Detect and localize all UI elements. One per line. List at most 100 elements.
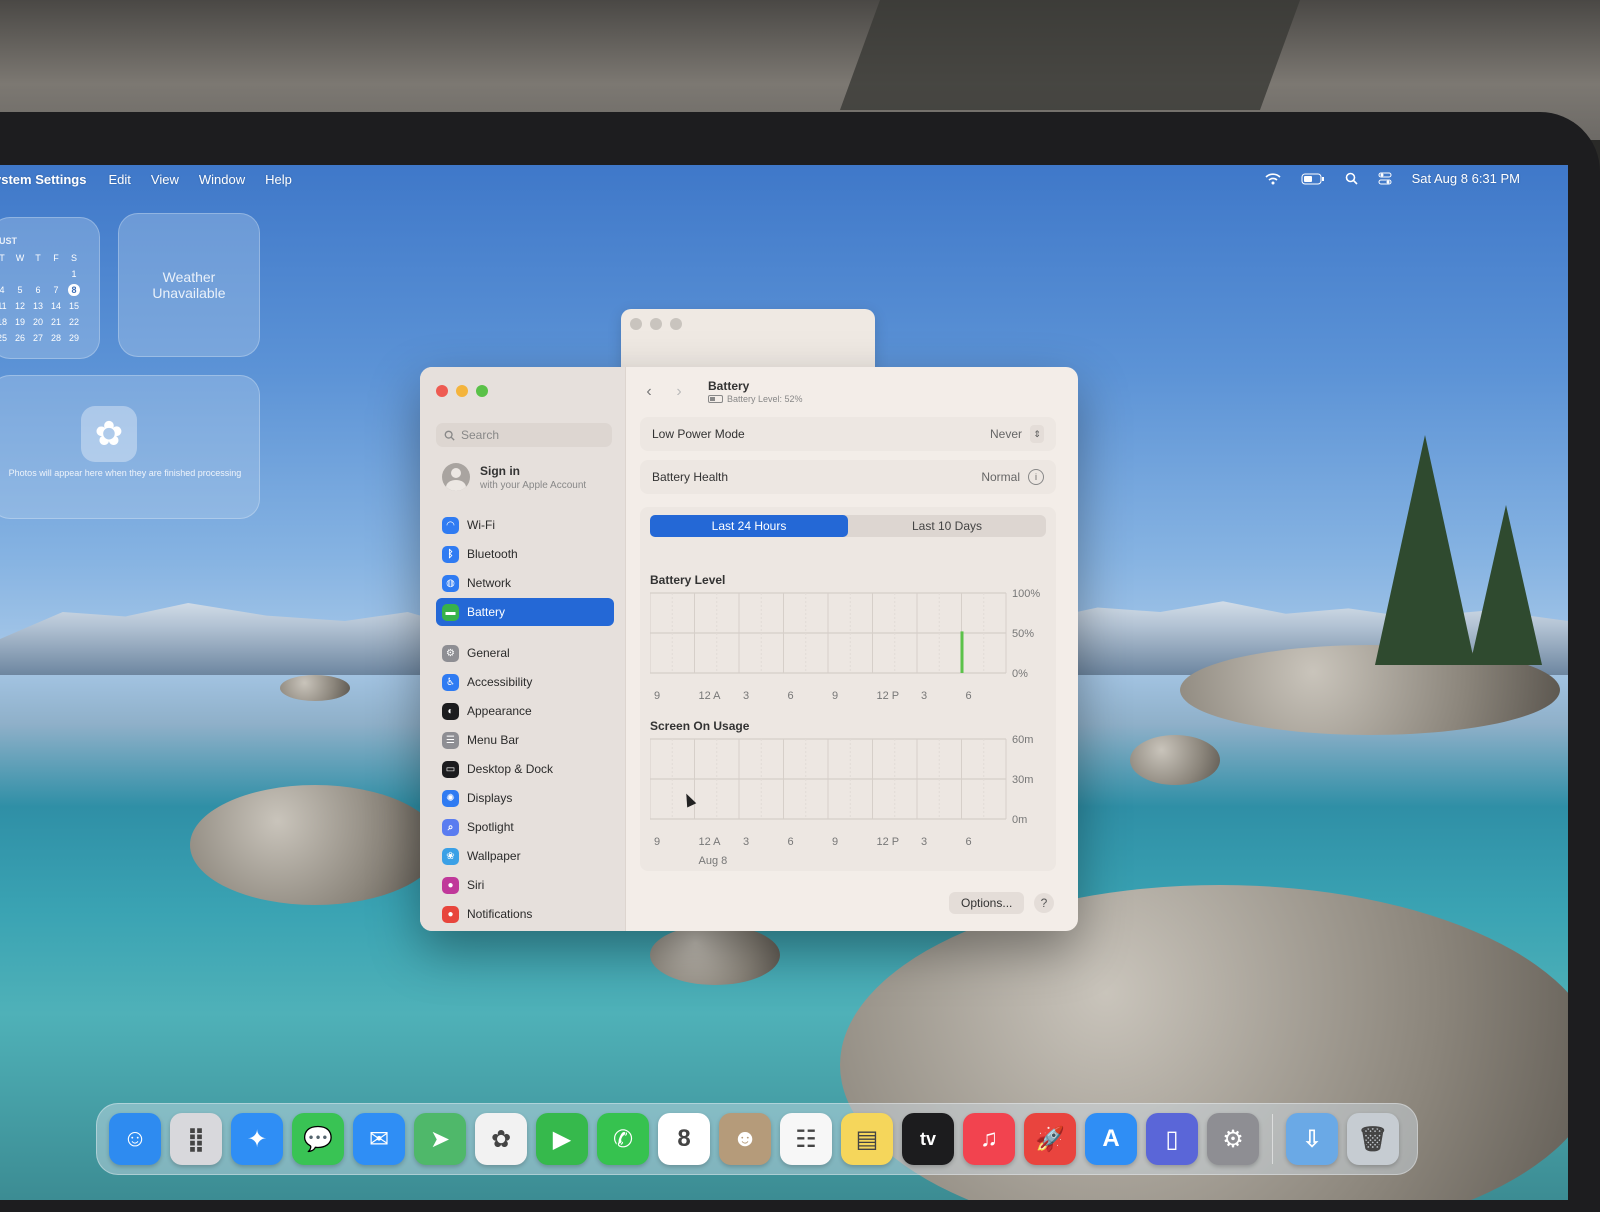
sidebar-item-notifications[interactable]: ● Notifications xyxy=(436,900,614,928)
calendar-weekday: F xyxy=(53,253,59,263)
x-tick-label: 6 xyxy=(788,690,794,702)
photos-widget[interactable]: ✿ Photos will appear here when they are … xyxy=(0,375,260,519)
calendar-day: 6 xyxy=(35,285,41,295)
x-tick-label: 6 xyxy=(966,690,972,702)
apple-account-signin[interactable]: Sign in with your Apple Account xyxy=(442,463,586,491)
close-dot-inactive[interactable] xyxy=(630,318,642,330)
contacts-icon[interactable]: ☻ xyxy=(719,1113,771,1165)
calendar-weekday: W xyxy=(15,253,25,263)
battery-small-icon xyxy=(708,395,723,403)
minimize-button[interactable] xyxy=(456,385,468,397)
calendar-icon[interactable]: 8 xyxy=(658,1113,710,1165)
sidebar-item-label: Bluetooth xyxy=(467,547,518,561)
help-button[interactable]: ? xyxy=(1034,893,1054,913)
downloads-icon[interactable]: ⇩ xyxy=(1286,1113,1338,1165)
facetime-icon[interactable]: ▶ xyxy=(536,1113,588,1165)
menu-window[interactable]: Window xyxy=(199,172,245,187)
calendar-weekday: T xyxy=(0,253,5,263)
menu-clock[interactable]: Sat Aug 8 6:31 PM xyxy=(1412,171,1520,186)
finder-icon[interactable]: ☺ xyxy=(109,1113,161,1165)
menu-bar-icon: ☰ xyxy=(442,731,459,749)
x-tick-label: 3 xyxy=(921,836,927,848)
sidebar-nav: ◠ Wi-Fi ᛒ Bluetooth ◍ Network ▬ Battery ⚙ General… xyxy=(436,511,614,929)
sidebar-item-bluetooth[interactable]: ᛒ Bluetooth xyxy=(436,540,614,568)
low-power-mode-row: Low Power Mode Never ⇕ xyxy=(640,417,1056,451)
sidebar-item-label: Wi-Fi xyxy=(467,518,495,532)
x-tick-label: 9 xyxy=(654,690,660,702)
sidebar-item-wi-fi[interactable]: ◠ Wi-Fi xyxy=(436,511,614,539)
sidebar-item-desktop-dock[interactable]: ▭ Desktop & Dock xyxy=(436,755,614,783)
menu-view[interactable]: View xyxy=(151,172,179,187)
accessibility-icon: ♿ xyxy=(442,673,459,691)
menu-edit[interactable]: Edit xyxy=(108,172,130,187)
battery-health-status: Normal i xyxy=(981,469,1044,485)
info-icon[interactable]: i xyxy=(1028,469,1044,485)
sidebar-item-wallpaper[interactable]: ❀ Wallpaper xyxy=(436,842,614,870)
trash-icon[interactable]: 🗑 xyxy=(1347,1113,1399,1165)
wallpaper-tree xyxy=(1375,435,1475,665)
x-tick-label: 3 xyxy=(921,690,927,702)
notes-icon[interactable]: ▤ xyxy=(841,1113,893,1165)
sidebar-item-appearance[interactable]: ◐ Appearance xyxy=(436,697,614,725)
messages-icon[interactable]: 💬 xyxy=(292,1113,344,1165)
sidebar-item-network[interactable]: ◍ Network xyxy=(436,569,614,597)
close-button[interactable] xyxy=(436,385,448,397)
low-power-mode-select[interactable]: Never ⇕ xyxy=(990,425,1044,443)
segment-last-24-hours[interactable]: Last 24 Hours xyxy=(650,515,848,537)
rocket-icon[interactable]: 🚀 xyxy=(1024,1113,1076,1165)
menu-help[interactable]: Help xyxy=(265,172,292,187)
calendar-day xyxy=(47,266,65,282)
reminders-icon[interactable]: ☷ xyxy=(780,1113,832,1165)
options-button[interactable]: Options... xyxy=(949,892,1025,914)
launchpad-icon[interactable]: ⣿ xyxy=(170,1113,222,1165)
zoom-dot-inactive[interactable] xyxy=(670,318,682,330)
mail-icon[interactable]: ✉ xyxy=(353,1113,405,1165)
wi-fi-icon: ◠ xyxy=(442,516,459,534)
background-window[interactable] xyxy=(621,309,875,371)
calendar-day: 28 xyxy=(50,333,61,343)
dock-separator xyxy=(1272,1114,1273,1164)
back-button[interactable]: ‹ xyxy=(640,383,658,401)
calendar-widget[interactable]: UST T W T F S 1 4 5 6 7 8 1 12 13 14 15 … xyxy=(0,217,100,359)
x-tick-label: 12 P xyxy=(877,690,900,702)
music-icon[interactable]: ♫ xyxy=(963,1113,1015,1165)
page-subtitle: Battery Level: 52% xyxy=(708,394,803,404)
time-range-segmented-control: Last 24 Hours Last 10 Days xyxy=(650,515,1046,537)
segment-last-10-days[interactable]: Last 10 Days xyxy=(848,515,1046,537)
control-center-icon[interactable] xyxy=(1378,172,1392,185)
system-settings-icon[interactable]: ⚙ xyxy=(1207,1113,1259,1165)
sidebar-item-label: Spotlight xyxy=(467,820,514,834)
maps-icon[interactable]: ➤ xyxy=(414,1113,466,1165)
minimize-dot-inactive[interactable] xyxy=(650,318,662,330)
sidebar-item-label: Desktop & Dock xyxy=(467,762,554,776)
photos-icon[interactable]: ✿ xyxy=(475,1113,527,1165)
safari-icon[interactable]: ✦ xyxy=(231,1113,283,1165)
search-field[interactable]: Search xyxy=(436,423,612,447)
battery-level-chart: 100% 50% 0% 9 12 A 3 6 9 12 P 3 6 xyxy=(650,588,1040,702)
sidebar-item-siri[interactable]: ● Siri xyxy=(436,871,614,899)
sidebar-item-spotlight[interactable]: ⌕ Spotlight xyxy=(436,813,614,841)
tv-icon[interactable]: tv xyxy=(902,1113,954,1165)
sidebar-divider xyxy=(436,627,614,639)
search-icon xyxy=(444,430,455,441)
calendar-day: 27 xyxy=(32,333,43,343)
phone-icon[interactable]: ✆ xyxy=(597,1113,649,1165)
app-store-icon[interactable]: A xyxy=(1085,1113,1137,1165)
sidebar-item-accessibility[interactable]: ♿ Accessibility xyxy=(436,668,614,696)
sidebar-item-displays[interactable]: ✺ Displays xyxy=(436,784,614,812)
menu-app-name[interactable]: ystem Settings xyxy=(0,172,86,187)
zoom-button[interactable] xyxy=(476,385,488,397)
wifi-icon[interactable] xyxy=(1265,172,1281,185)
search-placeholder: Search xyxy=(461,428,500,442)
sidebar-item-menu-bar[interactable]: ☰ Menu Bar xyxy=(436,726,614,754)
battery-icon[interactable] xyxy=(1301,173,1325,185)
y-tick-label: 60m xyxy=(1012,734,1033,746)
weather-widget[interactable]: Weather Unavailable xyxy=(118,213,260,357)
iphone-mirroring-icon[interactable]: ▯ xyxy=(1146,1113,1198,1165)
sidebar-item-general[interactable]: ⚙ General xyxy=(436,639,614,667)
forward-button[interactable]: › xyxy=(670,383,688,401)
search-icon[interactable] xyxy=(1345,172,1358,185)
calendar-day: 19 xyxy=(14,317,25,327)
sidebar-item-battery[interactable]: ▬ Battery xyxy=(436,598,614,626)
sidebar-item-label: General xyxy=(467,646,510,660)
